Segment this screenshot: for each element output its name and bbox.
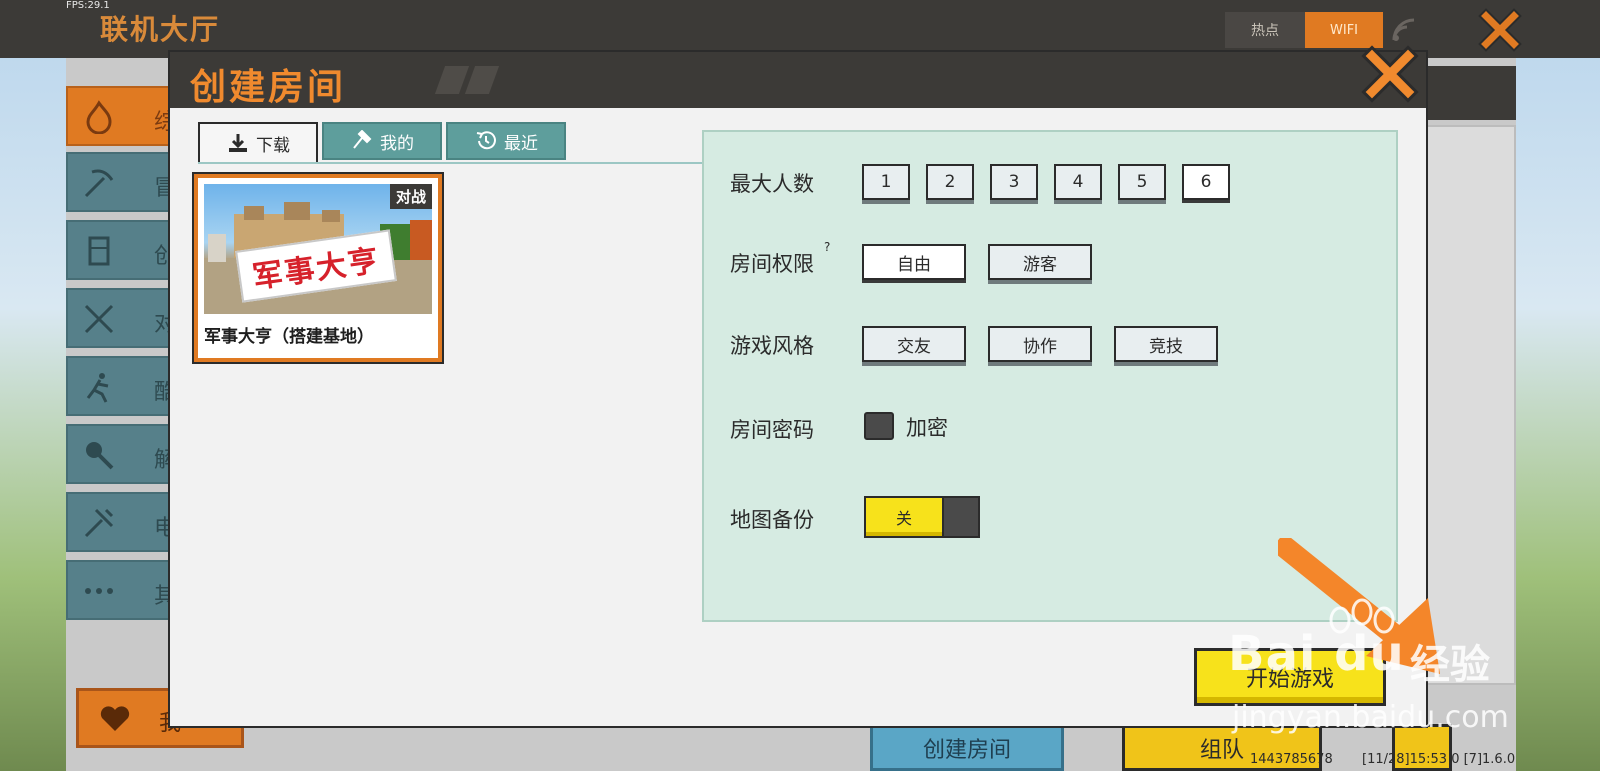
style-social-button[interactable]: 交友	[862, 326, 966, 362]
style-coop-button[interactable]: 协作	[988, 326, 1092, 362]
watermark-brand: Bai du	[1228, 626, 1405, 682]
key-icon	[86, 442, 114, 470]
pickaxe-icon	[84, 169, 114, 198]
sidebar-item-all[interactable]: 综	[66, 86, 176, 146]
sidebar-item-circuit[interactable]: 电	[66, 492, 176, 552]
max-players-option-4[interactable]: 4	[1054, 164, 1102, 200]
help-icon[interactable]: ?	[824, 240, 830, 254]
tab-download[interactable]: 下载	[198, 122, 318, 162]
map-backup-toggle[interactable]: 关	[864, 496, 980, 538]
lobby-title: 联机大厅	[100, 13, 221, 46]
sidebar-item-battle[interactable]: 对	[66, 288, 176, 348]
max-players-option-5[interactable]: 5	[1118, 164, 1166, 200]
sidebar-item-parkour[interactable]: 酷	[66, 356, 176, 416]
lobby-right-header	[1426, 66, 1516, 120]
dialog-title: 创建房间	[190, 67, 347, 108]
game-style-label: 游戏风格	[730, 334, 814, 358]
watermark-url: jingyan.baidu.com	[1232, 700, 1509, 735]
sidebar-item-create[interactable]: 创	[66, 220, 176, 280]
sidebar-item-other[interactable]: 其	[66, 560, 176, 620]
encrypt-checkbox[interactable]	[864, 412, 894, 440]
footer-version: [11/28]15:53 0 [7]1.6.0	[1362, 752, 1516, 767]
header-stripe	[464, 66, 500, 94]
close-icon[interactable]	[1360, 44, 1420, 104]
tab-label: 下载	[256, 135, 290, 156]
door-icon	[88, 236, 110, 266]
style-competitive-button[interactable]: 竞技	[1114, 326, 1218, 362]
lobby-close-icon[interactable]	[1478, 8, 1522, 52]
heart-icon	[100, 706, 130, 731]
more-icon	[85, 588, 113, 594]
tab-label: 最近	[504, 133, 538, 154]
watermark-cn: 经验	[1410, 642, 1490, 688]
sidebar-item-adventure[interactable]: 冒	[66, 152, 176, 212]
tab-recent[interactable]: 最近	[446, 122, 566, 160]
lobby-create-room-button[interactable]: 创建房间	[870, 724, 1064, 771]
toggle-knob: 关	[866, 498, 944, 536]
permission-free-button[interactable]: 自由	[862, 244, 966, 280]
tab-label: 我的	[380, 133, 414, 154]
tools-icon	[84, 508, 114, 538]
flame-icon	[86, 100, 112, 134]
encrypt-label: 加密	[906, 416, 948, 440]
max-players-option-6[interactable]: 6	[1182, 164, 1230, 200]
history-icon	[476, 131, 496, 150]
download-icon	[229, 134, 247, 152]
signal-icon	[1392, 18, 1415, 41]
dialog-header: 创建房间	[170, 52, 1426, 108]
room-permission-label: 房间权限	[730, 252, 814, 276]
footer-user-id: 1443785678	[1250, 752, 1333, 767]
runner-icon	[86, 373, 109, 403]
permission-guest-button[interactable]: 游客	[988, 244, 1092, 280]
swords-icon	[84, 304, 114, 334]
header-stripe	[434, 66, 470, 94]
hammer-icon	[353, 130, 372, 149]
map-card[interactable]: 对战 军事大亨 军事大亨（搭建基地）	[192, 172, 444, 364]
max-players-option-2[interactable]: 2	[926, 164, 974, 200]
map-title: 军事大亨（搭建基地）	[204, 327, 374, 347]
max-players-option-3[interactable]: 3	[990, 164, 1038, 200]
room-password-label: 房间密码	[730, 418, 814, 442]
map-mode-badge: 对战	[389, 184, 432, 209]
tab-wifi[interactable]: WIFI	[1305, 12, 1383, 48]
tab-mine[interactable]: 我的	[322, 122, 442, 160]
max-players-label: 最大人数	[730, 172, 814, 196]
max-players-option-1[interactable]: 1	[862, 164, 910, 200]
tab-hotspot[interactable]: 热点	[1225, 12, 1305, 48]
sidebar-item-puzzle[interactable]: 解	[66, 424, 176, 484]
map-thumbnail: 对战 军事大亨	[204, 184, 432, 314]
map-backup-label: 地图备份	[730, 508, 814, 532]
